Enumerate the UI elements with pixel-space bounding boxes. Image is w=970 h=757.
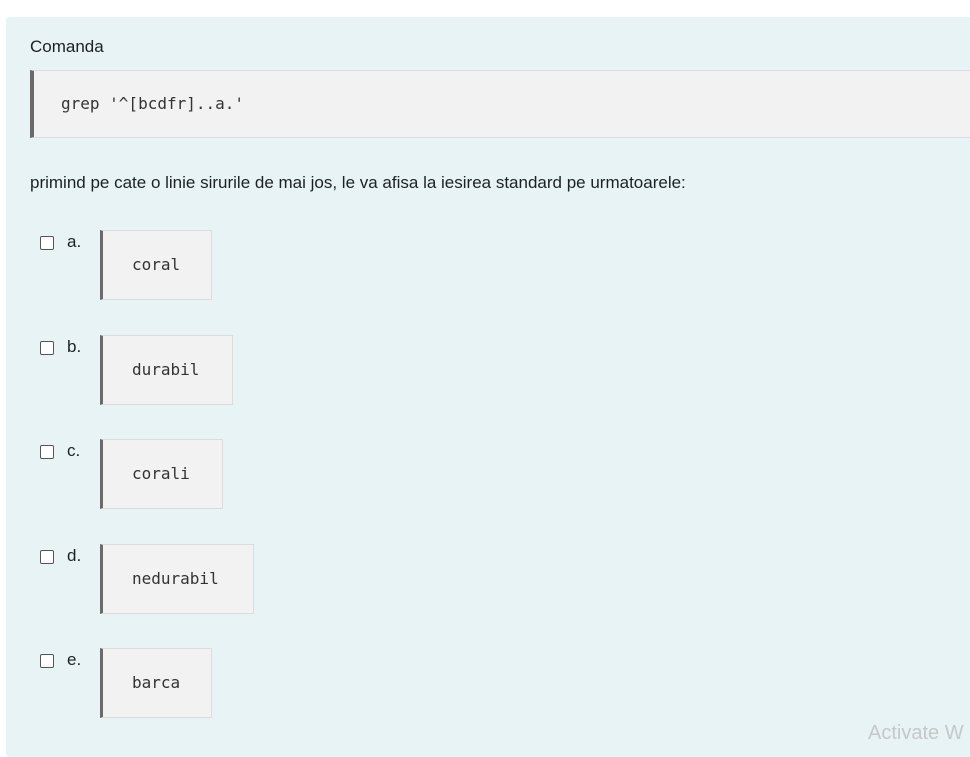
option-code: coral: [132, 255, 181, 274]
option-code-box: barca: [100, 648, 212, 718]
option-code-box: nedurabil: [100, 544, 254, 614]
option-letter: c.: [67, 441, 81, 460]
checkbox-d[interactable]: [40, 550, 54, 564]
option-code: barca: [132, 673, 181, 692]
option-letter: b.: [67, 337, 82, 356]
option-code-box: coral: [100, 230, 212, 300]
activation-watermark: Activate W: [868, 722, 964, 744]
checkbox-a[interactable]: [40, 236, 54, 250]
option-code: nedurabil: [132, 569, 219, 588]
command-text: grep '^[bcdfr]..a.': [61, 94, 245, 113]
option-code-box: durabil: [100, 335, 233, 405]
checkbox-b[interactable]: [40, 341, 54, 355]
option-letter: d.: [67, 546, 82, 565]
option-letter: e.: [67, 650, 82, 669]
option-code-box: corali: [100, 439, 223, 509]
checkbox-c[interactable]: [40, 445, 54, 459]
question-intro: Comanda: [30, 37, 104, 56]
command-block: grep '^[bcdfr]..a.': [30, 70, 970, 138]
question-prompt: primind pe cate o linie sirurile de mai …: [30, 173, 686, 192]
option-code: corali: [132, 464, 190, 483]
option-code: durabil: [132, 360, 200, 379]
checkbox-e[interactable]: [40, 654, 54, 668]
option-letter: a.: [67, 232, 82, 251]
